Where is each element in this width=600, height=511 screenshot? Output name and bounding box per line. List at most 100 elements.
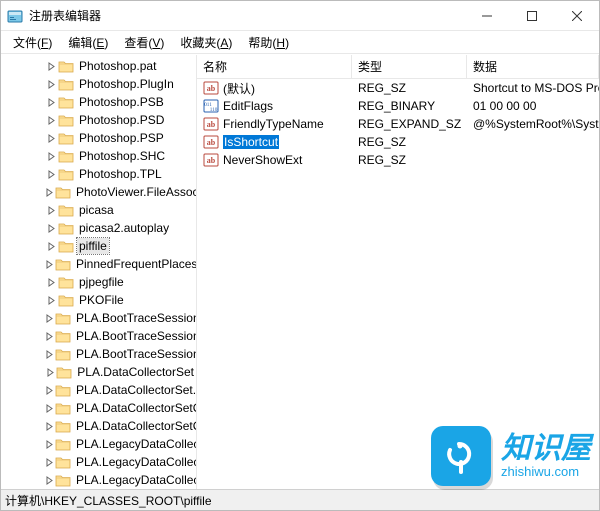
maximize-button[interactable] [509,1,554,30]
expander-icon[interactable] [45,368,55,377]
close-button[interactable] [554,1,599,30]
expander-icon[interactable] [45,332,54,341]
window: 注册表编辑器 文件(F)编辑(E)查看(V)收藏夹(A)帮助(H) Photos… [0,0,600,511]
folder-icon [58,149,74,163]
expander-icon[interactable] [45,404,54,413]
folder-icon [58,77,74,91]
tree-item-label: Photoshop.pat [77,58,158,74]
expander-icon[interactable] [45,152,57,161]
list-row[interactable]: NeverShowExtREG_SZ [197,151,599,169]
tree-item[interactable]: Photoshop.PSD [1,111,196,129]
menu-item[interactable]: 查看(V) [118,32,170,53]
tree-item[interactable]: PKOFile [1,291,196,309]
expander-icon[interactable] [45,350,54,359]
list-row[interactable]: EditFlagsREG_BINARY01 00 00 00 [197,97,599,115]
tree-item[interactable]: pjpegfile [1,273,196,291]
expander-icon[interactable] [45,188,54,197]
column-header-type[interactable]: 类型 [352,55,467,78]
tree-item[interactable]: PLA.DataCollectorSet [1,363,196,381]
minimize-button[interactable] [464,1,509,30]
tree-item-label: PLA.DataCollectorSetCollection [74,400,197,416]
tree-item-label: Photoshop.PSD [77,112,166,128]
tree-item[interactable]: picasa2.autoplay [1,219,196,237]
tree-item[interactable]: PLA.BootTraceSessionCollection [1,345,196,363]
tree-item[interactable]: PLA.LegacyDataCollectorSet.1 [1,453,196,471]
list-pane[interactable]: 名称 类型 数据 (默认)REG_SZShortcut to MS-DOS Pr… [197,55,599,489]
menu-item[interactable]: 编辑(E) [62,32,114,53]
tree-item[interactable]: picasa [1,201,196,219]
tree-item[interactable]: PLA.BootTraceSession [1,309,196,327]
tree-item[interactable]: PLA.DataCollectorSetCollection [1,399,196,417]
tree-item[interactable]: Photoshop.PSB [1,93,196,111]
tree-item-label: pjpegfile [77,274,126,290]
folder-icon [56,365,72,379]
tree-item-label: PKOFile [77,292,126,308]
tree-item-label: piffile [77,238,109,254]
folder-icon [55,347,71,361]
tree-item-label: PLA.BootTraceSession.1 [74,328,197,344]
expander-icon[interactable] [45,80,57,89]
tree-item-label: Photoshop.TPL [77,166,164,182]
expander-icon[interactable] [45,440,54,449]
expander-icon[interactable] [45,458,54,467]
expander-icon[interactable] [45,296,57,305]
tree-item[interactable]: PLA.DataCollectorSetCollection.1 [1,417,196,435]
reg-string-icon [203,80,219,96]
folder-icon [58,275,74,289]
folder-icon [55,401,71,415]
reg-binary-icon [203,98,219,114]
tree-item[interactable]: Photoshop.PlugIn [1,75,196,93]
reg-string-icon [203,116,219,132]
expander-icon[interactable] [45,278,57,287]
value-type: REG_SZ [352,153,467,167]
expander-icon[interactable] [45,476,54,485]
value-data: Shortcut to MS-DOS Program [467,81,599,95]
expander-icon[interactable] [45,98,57,107]
menu-item[interactable]: 帮助(H) [242,32,295,53]
expander-icon[interactable] [45,260,54,269]
expander-icon[interactable] [45,224,57,233]
tree-item[interactable]: PLA.DataCollectorSet.1 [1,381,196,399]
tree-item-label: Photoshop.PSB [77,94,166,110]
tree-item[interactable]: PLA.BootTraceSession.1 [1,327,196,345]
tree-pane[interactable]: Photoshop.pat Photoshop.PlugIn Photoshop.P… [1,55,197,489]
list-header: 名称 类型 数据 [197,55,599,79]
expander-icon[interactable] [45,422,54,431]
folder-icon [58,131,74,145]
list-row[interactable]: FriendlyTypeNameREG_EXPAND_SZ@%SystemRoo… [197,115,599,133]
folder-icon [58,221,74,235]
tree-item[interactable]: PLA.LegacyDataCollectorSetCollection [1,471,196,489]
expander-icon[interactable] [45,116,57,125]
expander-icon[interactable] [45,62,57,71]
list-row[interactable]: IsShortcutREG_SZ [197,133,599,151]
expander-icon[interactable] [45,386,54,395]
column-header-name[interactable]: 名称 [197,55,352,78]
tree-item-label: Photoshop.PlugIn [77,76,176,92]
value-type: REG_SZ [352,81,467,95]
tree-item-label: PLA.BootTraceSession [74,310,197,326]
folder-icon [55,185,71,199]
tree-item[interactable]: PLA.LegacyDataCollectorSet [1,435,196,453]
expander-icon[interactable] [45,314,54,323]
expander-icon[interactable] [45,242,57,251]
menu-item[interactable]: 文件(F) [7,32,58,53]
expander-icon[interactable] [45,170,57,179]
tree-item[interactable]: Photoshop.SHC [1,147,196,165]
tree-item[interactable]: Photoshop.PSP [1,129,196,147]
column-header-data[interactable]: 数据 [467,55,599,78]
tree-item-label: PLA.LegacyDataCollectorSet [74,436,197,452]
tree-item[interactable]: PinnedFrequentPlaces [1,255,196,273]
folder-icon [58,167,74,181]
value-type: REG_BINARY [352,99,467,113]
status-path: 计算机\HKEY_CLASSES_ROOT\piffile [5,492,212,509]
tree-item-label: PLA.BootTraceSessionCollection [74,346,197,362]
tree-item[interactable]: Photoshop.TPL [1,165,196,183]
list-row[interactable]: (默认)REG_SZShortcut to MS-DOS Program [197,79,599,97]
menu-item[interactable]: 收藏夹(A) [174,32,238,53]
body-split: Photoshop.pat Photoshop.PlugIn Photoshop.P… [1,54,599,489]
tree-item[interactable]: piffile [1,237,196,255]
tree-item[interactable]: Photoshop.pat [1,57,196,75]
tree-item[interactable]: PhotoViewer.FileAssoc.Tiff [1,183,196,201]
expander-icon[interactable] [45,134,57,143]
expander-icon[interactable] [45,206,57,215]
